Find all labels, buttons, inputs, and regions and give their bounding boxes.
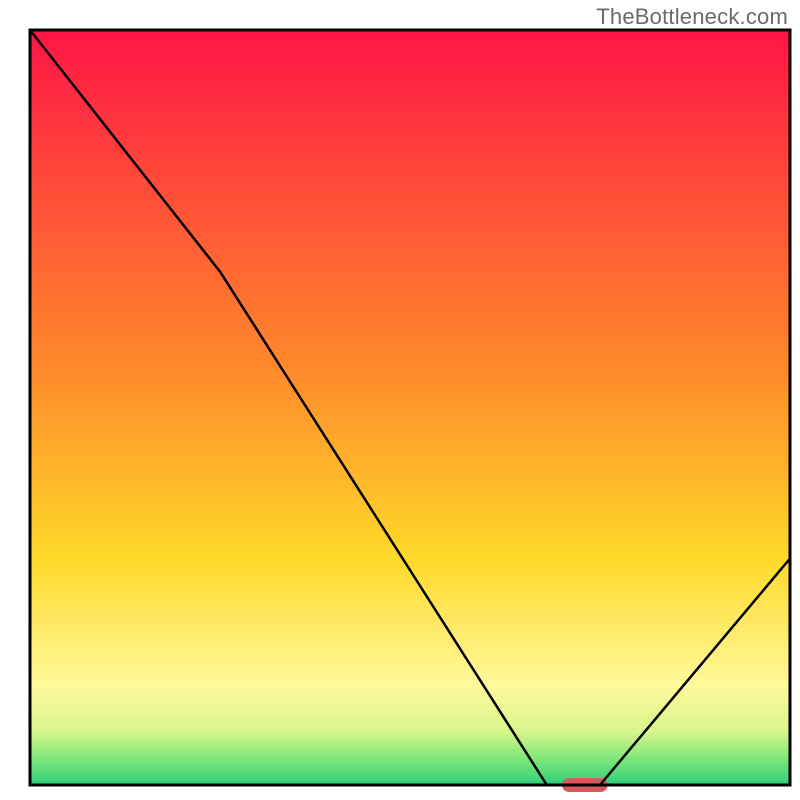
chart-container: TheBottleneck.com	[0, 0, 800, 800]
bottleneck-chart	[0, 0, 800, 800]
gradient-background	[30, 30, 790, 785]
watermark-text: TheBottleneck.com	[596, 4, 788, 30]
